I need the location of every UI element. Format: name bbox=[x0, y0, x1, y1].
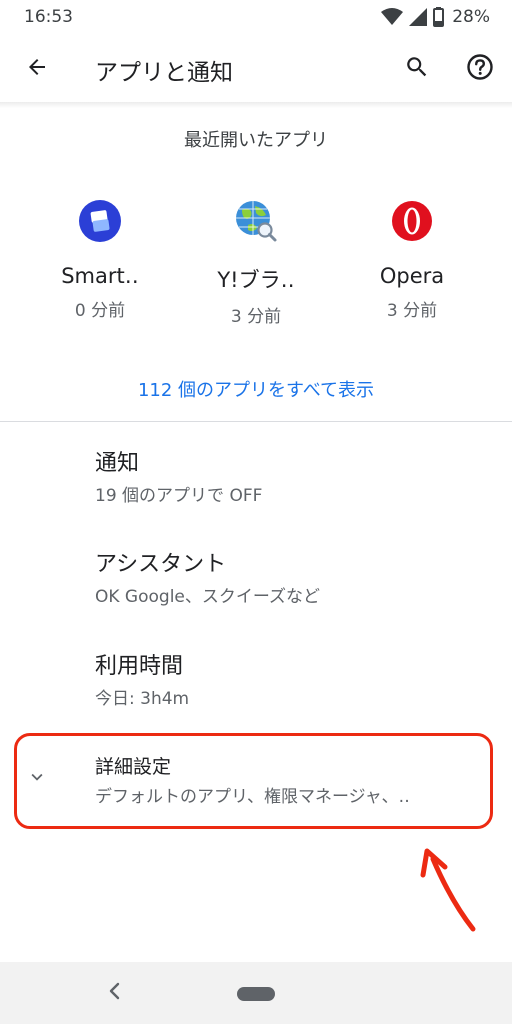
pref-title: アシスタント bbox=[95, 552, 227, 577]
pref-notifications[interactable]: 通知 19 個のアプリで OFF bbox=[0, 423, 512, 521]
app-name: Smart‥ bbox=[61, 264, 139, 288]
pref-assistant[interactable]: アシスタント OK Google、スクイーズなど bbox=[0, 524, 512, 622]
nav-back-button[interactable] bbox=[100, 978, 130, 1008]
opera-icon bbox=[389, 198, 435, 244]
status-time: 16:53 bbox=[24, 7, 73, 27]
pref-summary: デフォルトのアプリ、権限マネージャ、‥ bbox=[95, 787, 410, 807]
app-last-used: 0 分前 bbox=[74, 301, 126, 321]
battery-percent: 28% bbox=[452, 7, 490, 27]
help-icon bbox=[466, 53, 494, 85]
pref-summary: 19 個のアプリで OFF bbox=[95, 486, 263, 506]
wifi-icon bbox=[381, 8, 404, 26]
pref-title: 利用時間 bbox=[95, 654, 184, 679]
pref-title: 通知 bbox=[95, 451, 140, 476]
chevron-left-icon bbox=[107, 982, 123, 1004]
smart-launcher-icon bbox=[77, 198, 123, 244]
app-name: Opera bbox=[379, 264, 445, 288]
system-nav-bar bbox=[0, 962, 512, 1024]
battery-icon bbox=[433, 7, 445, 27]
arrow-back-icon bbox=[25, 55, 49, 83]
recent-apps-header: 最近開いたアプリ bbox=[184, 130, 328, 151]
page-title: アプリと通知 bbox=[95, 60, 233, 86]
pref-title: 詳細設定 bbox=[95, 756, 172, 778]
app-name: Y!ブラ‥ bbox=[217, 268, 295, 292]
pref-summary: 今日: 3h4m bbox=[95, 689, 190, 709]
nav-home-pill[interactable] bbox=[237, 987, 275, 1001]
pref-summary: OK Google、スクイーズなど bbox=[95, 587, 321, 607]
status-bar: 16:53 28% bbox=[0, 0, 512, 34]
app-last-used: 3 分前 bbox=[230, 307, 282, 327]
see-all-apps-link[interactable]: 112 個のアプリをすべて表示 bbox=[0, 376, 512, 402]
recent-app-opera[interactable]: Opera 3 分前 bbox=[337, 198, 487, 321]
toolbar-divider bbox=[0, 102, 512, 108]
help-button[interactable] bbox=[461, 50, 499, 88]
toolbar: アプリと通知 bbox=[0, 34, 512, 104]
search-button[interactable] bbox=[398, 50, 436, 88]
pref-screen-time[interactable]: 利用時間 今日: 3h4m bbox=[0, 626, 512, 724]
pref-advanced[interactable]: 詳細設定 デフォルトのアプリ、権限マネージャ、‥ bbox=[0, 732, 512, 828]
recent-app-yahoo-browser[interactable]: Y!ブラ‥ 3 分前 bbox=[181, 198, 331, 327]
signal-icon bbox=[409, 8, 428, 26]
app-last-used: 3 分前 bbox=[386, 301, 438, 321]
status-icons: 28% bbox=[381, 6, 490, 28]
back-button[interactable] bbox=[18, 50, 56, 88]
search-icon bbox=[404, 54, 430, 84]
section-divider bbox=[0, 421, 512, 422]
annotation-arrow-icon bbox=[415, 845, 485, 939]
recent-app-smart[interactable]: Smart‥ 0 分前 bbox=[25, 198, 175, 321]
chevron-down-icon bbox=[26, 766, 48, 792]
yahoo-browser-icon bbox=[233, 198, 279, 244]
